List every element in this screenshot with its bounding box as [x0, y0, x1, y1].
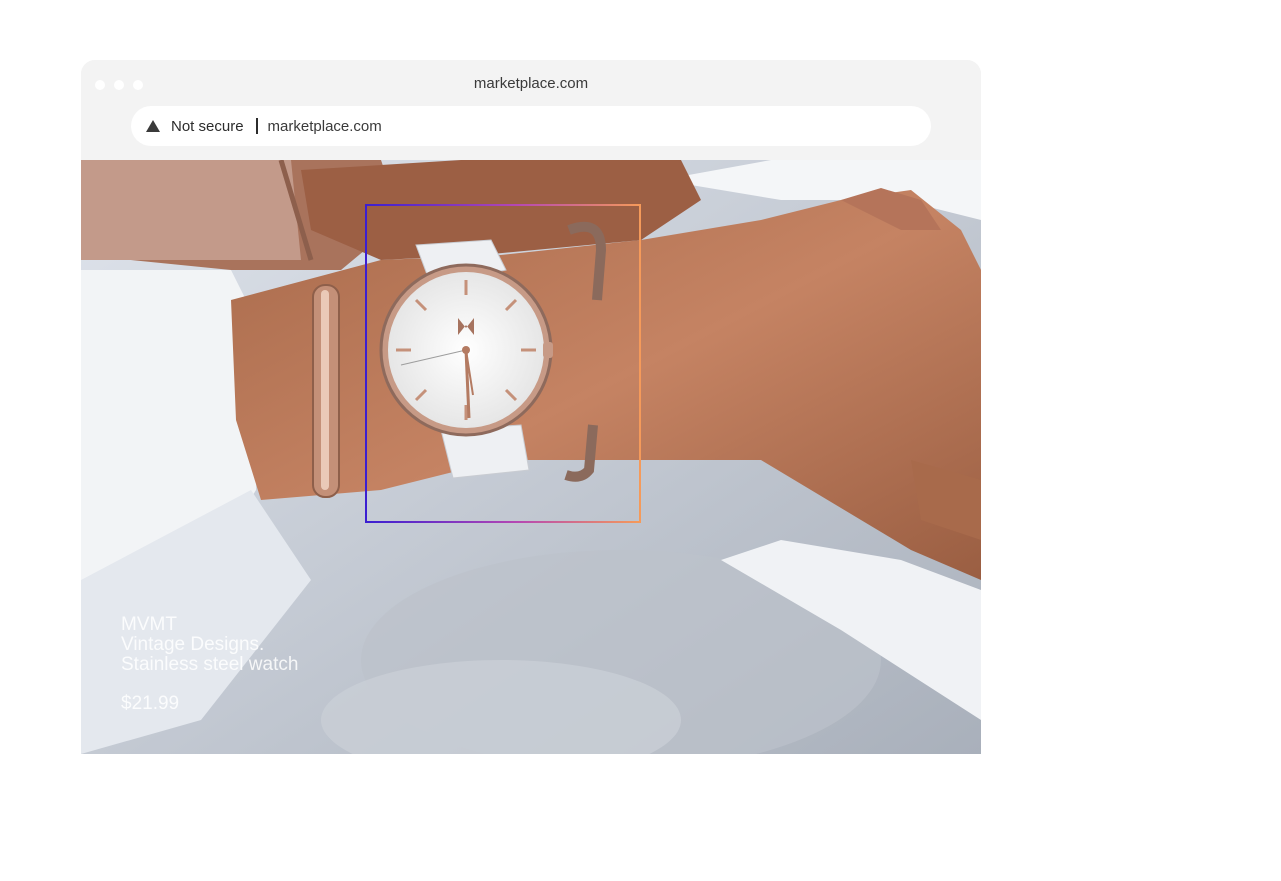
warning-triangle-icon[interactable]	[146, 120, 160, 132]
page-content: MVMT Vintage Designs. Stainless steel wa…	[81, 160, 981, 754]
security-label[interactable]: Not secure	[171, 118, 244, 135]
product-price: $21.99	[121, 693, 180, 714]
product-description-line-1: Vintage Designs.	[121, 634, 265, 655]
address-separator	[255, 118, 258, 134]
address-bar[interactable]: Not secure marketplace.com	[131, 106, 931, 146]
product-brand: MVMT	[121, 614, 177, 635]
product-info: MVMT Vintage Designs. Stainless steel wa…	[121, 615, 298, 714]
browser-window: marketplace.com Not secure marketplace.c…	[81, 60, 981, 754]
image-selection-box[interactable]	[365, 204, 641, 523]
window-title: marketplace.com	[473, 75, 589, 92]
product-description-line-2: Stainless steel watch	[121, 654, 299, 675]
browser-chrome: marketplace.com Not secure marketplace.c…	[81, 60, 981, 160]
url-text[interactable]: marketplace.com	[268, 118, 382, 135]
